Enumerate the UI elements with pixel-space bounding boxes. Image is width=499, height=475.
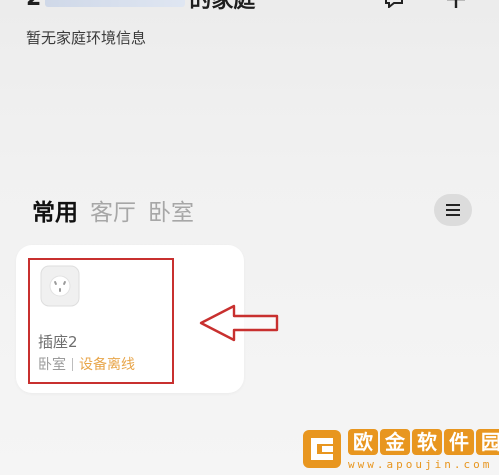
environment-info: 暂无家庭环境信息 <box>26 29 147 47</box>
watermark-logo: 欧 金 软 件 园 www.apoujin.com <box>302 424 499 474</box>
watermark-url: www.apoujin.com <box>348 457 493 471</box>
watermark-char: 件 <box>444 428 474 455</box>
watermark-char: 软 <box>412 428 442 455</box>
tab-living-room[interactable]: 客厅 <box>90 193 136 227</box>
arrow-left-icon <box>199 304 279 342</box>
watermark-char: 欧 <box>348 428 378 455</box>
smart-plug-icon <box>40 265 80 307</box>
watermark-text: 欧 金 软 件 园 www.apoujin.com <box>348 428 499 471</box>
status-divider <box>72 357 73 371</box>
home-title-suffix: 的家庭 <box>189 0 256 13</box>
menu-icon <box>446 204 460 216</box>
menu-button[interactable] <box>434 194 472 226</box>
brand-logo-icon <box>303 430 341 468</box>
add-icon[interactable] <box>446 0 466 8</box>
watermark-char: 园 <box>476 428 499 455</box>
offline-status: 设备离线 <box>79 357 135 373</box>
home-title-prefix: 2 <box>26 0 41 11</box>
message-icon[interactable] <box>384 0 404 8</box>
watermark-char: 金 <box>380 428 410 455</box>
tab-common[interactable]: 常用 <box>32 193 78 227</box>
redacted-name <box>45 0 186 7</box>
device-status: 卧室 设备离线 <box>38 354 135 374</box>
device-room: 卧室 <box>38 357 66 373</box>
room-tabs: 常用 客厅 卧室 <box>32 193 194 227</box>
home-page: 2 的家庭 暂无家庭环境信息 常用 客厅 卧室 插座2 卧室 <box>0 0 499 475</box>
device-name: 插座2 <box>38 333 78 351</box>
home-title[interactable]: 2 的家庭 <box>26 0 255 13</box>
watermark-brand: 欧 金 软 件 园 <box>348 428 499 455</box>
tab-bedroom[interactable]: 卧室 <box>148 193 194 227</box>
